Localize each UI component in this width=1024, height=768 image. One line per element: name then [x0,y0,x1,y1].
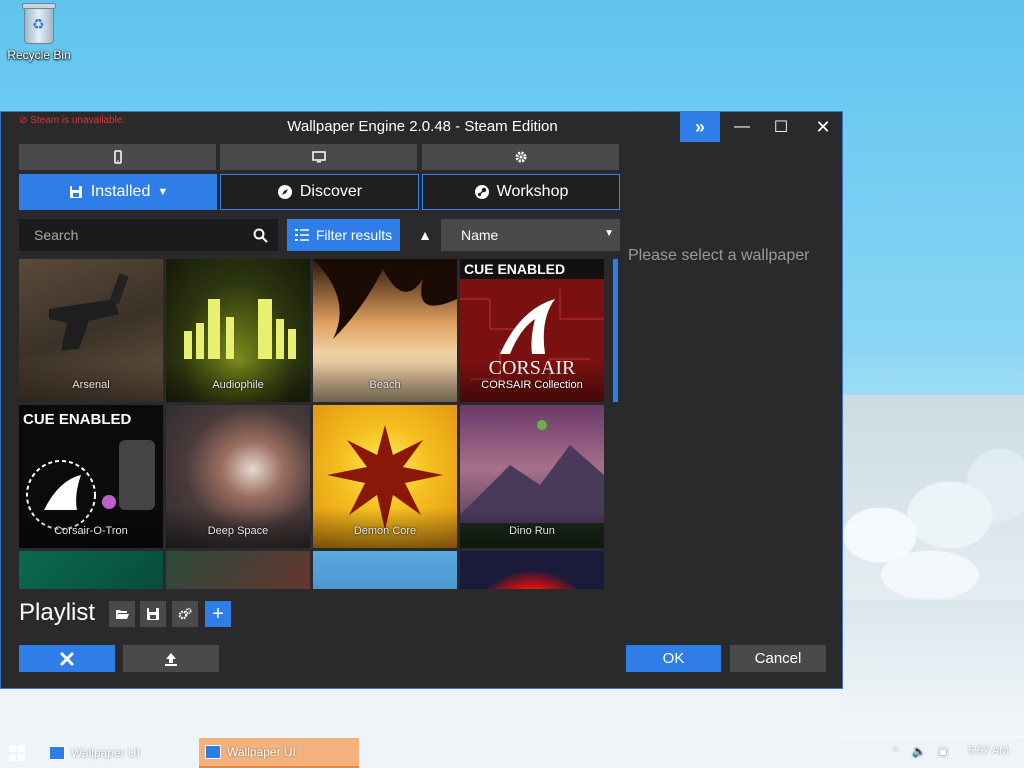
recycle-bin-icon [22,3,56,44]
desktop-background-trees [840,395,1024,610]
wallpaper-tile[interactable] [313,551,457,589]
caret-down-icon: ▼ [604,228,614,239]
mobile-mode-button[interactable] [19,144,216,170]
minimize-icon: — [734,118,750,135]
filter-results-button[interactable]: Filter results [287,219,400,251]
ok-button[interactable]: OK [626,645,721,672]
upload-button[interactable] [123,645,219,672]
clock[interactable]: 5:57 AM [968,745,1008,757]
tools-icon [60,652,74,665]
close-icon: ✕ [815,116,831,137]
steam-icon [474,185,489,199]
close-button[interactable]: ✕ [803,112,843,142]
phone-icon [113,150,122,164]
wallpaper-tile[interactable] [19,551,163,589]
desktop-background-snow [840,600,1024,740]
wallpaper-tile[interactable]: Demon Core [313,405,457,548]
desktop-mode-button[interactable] [220,144,417,170]
minimize-button[interactable]: — [722,112,762,142]
recycle-bin-shortcut[interactable]: Recycle Bin [6,3,72,62]
plus-icon: + [212,602,224,625]
recycle-bin-label: Recycle Bin [7,48,71,62]
taskbar-item-wallpaper-ui-active[interactable]: Wallpaper UI [199,738,359,768]
wallpaper-engine-icon [205,745,221,759]
tab-installed[interactable]: Installed ▼ [19,174,217,210]
wallpaper-engine-icon [49,746,65,760]
sort-dropdown[interactable]: Name ▼ [441,219,620,251]
search-icon[interactable] [253,228,268,243]
save-icon [69,186,82,198]
settings-button[interactable] [422,144,619,170]
preview-placeholder-text: Please select a wallpaper [628,247,810,264]
upload-icon [165,652,177,666]
wallpaper-tile[interactable]: Audiophile [166,259,310,402]
double-chevron-right-icon: » [694,116,705,137]
expand-panel-button[interactable]: » [680,112,720,142]
windows-start-icon[interactable] [9,745,25,761]
open-playlist-button[interactable] [109,601,135,627]
volume-muted-icon[interactable]: 🔈 [912,745,926,758]
sort-direction-button[interactable]: ▲ [411,219,439,251]
save-icon [147,608,159,620]
tab-discover[interactable]: Discover [220,174,419,210]
search-box [19,219,278,251]
search-input[interactable] [32,226,253,244]
maximize-icon: ☐ [773,119,789,136]
tools-button[interactable] [19,645,115,672]
gears-icon [178,607,192,620]
maximize-button[interactable]: ☐ [761,112,801,142]
wallpaper-tile[interactable]: Arsenal [19,259,163,402]
caret-down-icon: ▼ [157,186,169,198]
folder-open-icon [116,610,129,619]
filter-list-icon [294,229,309,241]
cancel-button[interactable]: Cancel [730,645,826,672]
compass-icon [277,185,292,199]
monitor-icon [311,151,326,163]
gear-icon [515,151,526,163]
wallpaper-tile[interactable]: CUE ENABLED CORSAIR CORSAIR Collection [460,259,604,402]
wallpaper-grid: Arsenal Audiophile Beach CUE ENABLED COR… [19,259,609,589]
network-disconnected-icon[interactable]: ▣ [938,745,948,758]
grid-scrollbar[interactable] [613,259,618,402]
wallpaper-tile[interactable]: Deep Space [166,405,310,548]
playlist-title: Playlist [19,599,96,626]
wallpaper-tile[interactable] [460,551,604,589]
add-to-playlist-button[interactable]: + [205,601,231,627]
taskbar: Wallpaper UI Wallpaper UI ^ 🔈 ▣ 5:57 AM [0,738,1024,768]
tray-overflow-icon[interactable]: ^ [893,745,898,757]
title-bar[interactable]: ⊘ Steam is unavailable. Wallpaper Engine… [1,112,842,142]
playlist-settings-button[interactable] [172,601,198,627]
wallpaper-tile[interactable]: Dino Run [460,405,604,548]
tab-workshop[interactable]: Workshop [422,174,620,210]
wallpaper-tile[interactable]: Beach [313,259,457,402]
wallpaper-engine-window: ⊘ Steam is unavailable. Wallpaper Engine… [0,111,843,689]
taskbar-item-wallpaper-ui[interactable]: Wallpaper UI [47,738,199,768]
triangle-up-icon: ▲ [418,227,432,243]
save-playlist-button[interactable] [140,601,166,627]
wallpaper-tile[interactable] [166,551,310,589]
wallpaper-tile[interactable]: CUE ENABLED Corsair-O-Tron [19,405,163,548]
